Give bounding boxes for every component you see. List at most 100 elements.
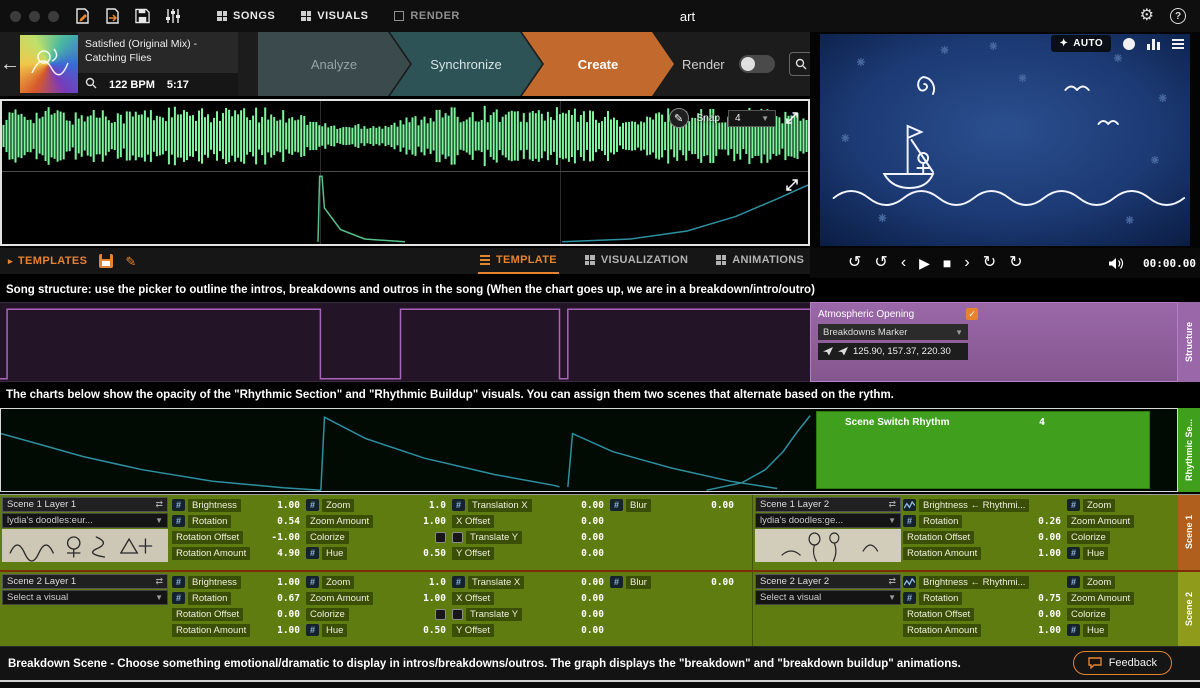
constant-value-icon[interactable]: # — [1067, 624, 1080, 636]
param-value[interactable]: 0.26 — [1038, 516, 1061, 527]
scene-1-side-tab[interactable]: Scene 1 — [1178, 495, 1200, 570]
param-value[interactable]: 1.00 — [277, 577, 300, 588]
scene-switch-panel[interactable]: Scene Switch Rhythm 4 — [816, 411, 1150, 489]
window-close-icon[interactable] — [10, 10, 21, 22]
marker-checkbox[interactable]: ✓ — [966, 308, 978, 320]
param-label[interactable]: Brightness — [188, 575, 241, 589]
param-label[interactable]: Rotation Amount — [172, 546, 251, 560]
constant-value-icon[interactable]: # — [172, 499, 185, 511]
param-value[interactable]: 1.0 — [429, 577, 446, 588]
param-value[interactable]: 0.00 — [1038, 532, 1061, 543]
next-marker-icon[interactable]: › — [964, 255, 969, 271]
param-label[interactable]: Hue — [1083, 623, 1109, 637]
param-label[interactable]: Rotation Offset — [172, 530, 244, 544]
param-value[interactable]: 0.00 — [581, 593, 604, 604]
breakdowns-marker-dropdown[interactable]: Breakdowns Marker ▼ — [818, 324, 968, 340]
scene-2-side-tab[interactable]: Scene 2 — [1178, 572, 1200, 646]
templates-toggle[interactable]: ▸ TEMPLATES — [8, 255, 87, 267]
constant-value-icon[interactable]: # — [306, 499, 319, 511]
param-value[interactable]: 1.00 — [277, 625, 300, 636]
param-label[interactable]: Rotation — [919, 514, 963, 528]
param-value[interactable]: 0.00 — [711, 500, 734, 511]
param-label[interactable]: Zoom Amount — [1067, 591, 1135, 605]
video-preview[interactable]: ✦ AUTO — [810, 32, 1200, 248]
param-value[interactable]: 0.00 — [277, 609, 300, 620]
record-indicator-icon[interactable] — [1123, 37, 1135, 50]
constant-value-icon[interactable]: # — [1067, 576, 1080, 588]
expand-waveform-icon[interactable] — [784, 110, 800, 126]
window-minimize-icon[interactable] — [29, 10, 40, 22]
param-checkbox[interactable] — [452, 531, 463, 543]
visual-dropdown[interactable]: lydia's doodles:eur... ▼ — [2, 513, 168, 528]
param-checkbox[interactable] — [435, 608, 446, 620]
album-art[interactable] — [20, 35, 78, 93]
rhythmic-side-tab[interactable]: Rhythmic Se... — [1178, 408, 1200, 492]
param-label[interactable]: Zoom Amount — [1067, 514, 1135, 528]
visual-dropdown[interactable]: Select a visual ▼ — [755, 590, 901, 605]
step-create[interactable]: Create — [522, 32, 674, 96]
param-value[interactable]: 0.00 — [581, 577, 604, 588]
param-value[interactable]: 0.54 — [277, 516, 300, 527]
rewind-icon[interactable]: ↺ — [874, 255, 887, 271]
constant-value-icon[interactable]: # — [610, 499, 623, 511]
visual-dropdown[interactable]: lydia's doodles:ge... ▼ — [755, 513, 901, 528]
waveform-link-icon[interactable] — [903, 576, 916, 588]
auto-button[interactable]: ✦ AUTO — [1051, 35, 1111, 52]
previous-marker-icon[interactable]: ‹ — [901, 255, 906, 271]
param-value[interactable]: 0.00 — [581, 516, 604, 527]
param-checkbox[interactable] — [452, 608, 463, 620]
param-label[interactable]: Hue — [322, 546, 348, 560]
param-value[interactable]: 0.75 — [1038, 593, 1061, 604]
param-value[interactable]: 1.00 — [277, 500, 300, 511]
param-label[interactable]: Rotation Amount — [903, 623, 982, 637]
param-label[interactable]: Colorize — [306, 607, 349, 621]
param-value[interactable]: 0.00 — [1038, 609, 1061, 620]
param-label[interactable]: Zoom — [1083, 498, 1116, 512]
param-label[interactable]: Translate X — [468, 575, 525, 589]
param-value[interactable]: 0.00 — [711, 577, 734, 588]
param-value[interactable]: 4.90 — [277, 548, 300, 559]
tab-animations[interactable]: ANIMATIONS — [714, 248, 806, 274]
param-value[interactable]: 0.00 — [581, 548, 604, 559]
param-label[interactable]: Rotation — [188, 591, 232, 605]
expand-buildup-icon[interactable] — [784, 177, 800, 193]
marker-values-box[interactable]: 125.90, 157.37, 220.30 — [818, 343, 968, 360]
param-label[interactable]: Rotation — [188, 514, 232, 528]
scene-switch-value[interactable]: 4 — [1039, 417, 1045, 428]
constant-value-icon[interactable]: # — [306, 576, 319, 588]
forward-icon[interactable]: ↻ — [1009, 255, 1022, 271]
param-label[interactable]: Rotation Offset — [172, 607, 244, 621]
constant-value-icon[interactable]: # — [1067, 499, 1080, 511]
param-label[interactable]: X Offset — [452, 591, 495, 605]
param-value[interactable]: 0.50 — [423, 625, 446, 636]
param-label[interactable]: Rotation Amount — [903, 546, 982, 560]
param-label[interactable]: Blur — [626, 575, 651, 589]
stop-button[interactable]: ■ — [943, 256, 951, 270]
param-label[interactable]: Colorize — [1067, 530, 1110, 544]
constant-value-icon[interactable]: # — [452, 499, 465, 511]
constant-value-icon[interactable]: # — [306, 624, 319, 636]
constant-value-icon[interactable]: # — [172, 592, 185, 604]
param-label[interactable]: Colorize — [306, 530, 349, 544]
constant-value-icon[interactable]: # — [903, 515, 916, 527]
param-label[interactable]: Colorize — [1067, 607, 1110, 621]
param-label[interactable]: Zoom Amount — [306, 591, 374, 605]
step-render[interactable]: Render — [682, 57, 725, 72]
constant-value-icon[interactable]: # — [903, 592, 916, 604]
constant-value-icon[interactable]: # — [172, 576, 185, 588]
draw-tool-button[interactable]: ✎ — [668, 108, 689, 128]
param-value[interactable]: 1.00 — [1038, 625, 1061, 636]
new-project-icon[interactable] — [75, 8, 90, 24]
constant-value-icon[interactable]: # — [1067, 547, 1080, 559]
param-label[interactable]: Y Offset — [452, 623, 494, 637]
visual-thumbnail[interactable] — [755, 529, 901, 562]
snap-dropdown[interactable]: 4 ▼ — [728, 109, 776, 127]
tab-template[interactable]: TEMPLATE — [478, 248, 559, 274]
layer-swap-icon[interactable]: ⇄ — [155, 576, 163, 587]
param-value[interactable]: 0.50 — [423, 548, 446, 559]
visual-thumbnail[interactable] — [2, 529, 168, 562]
buildup-graph[interactable] — [2, 172, 808, 244]
back-button[interactable]: ← — [0, 32, 20, 96]
param-label[interactable]: Translation X — [468, 498, 532, 512]
param-label[interactable]: Zoom Amount — [306, 514, 374, 528]
